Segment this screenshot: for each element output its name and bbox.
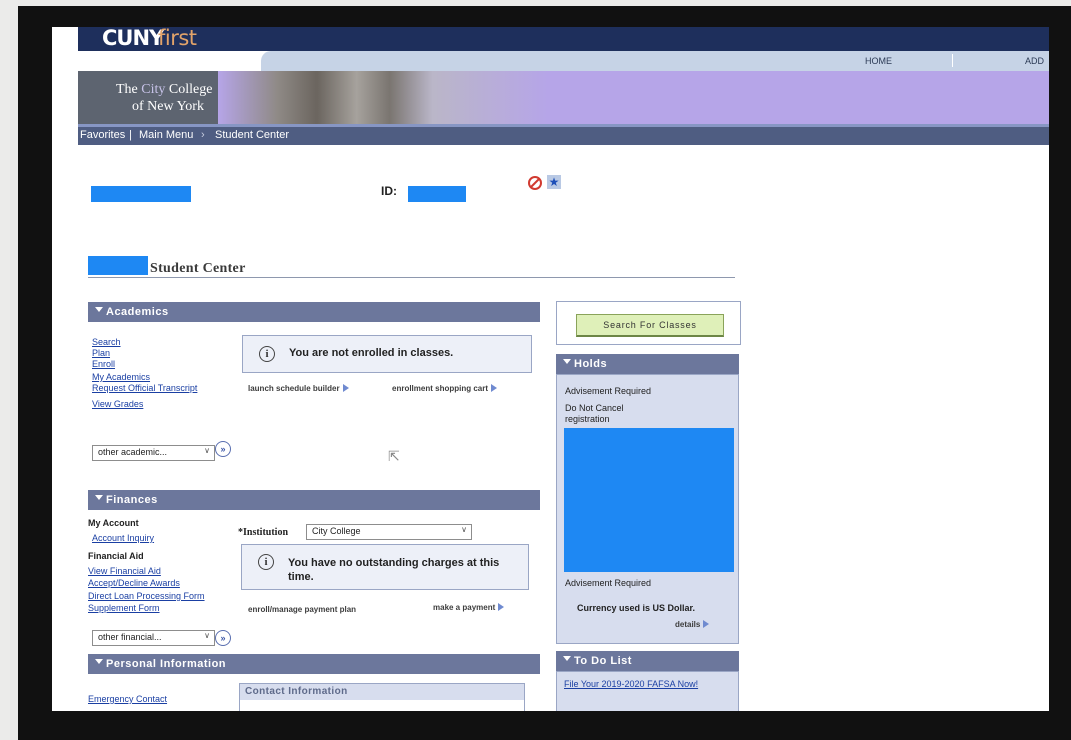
- contact-info-title: Contact Information: [245, 686, 348, 697]
- finances-header-label: Finances: [106, 494, 158, 506]
- chevron-down-icon: ∨: [461, 525, 467, 534]
- logo-light-text: first: [158, 27, 197, 50]
- link-view-grades[interactable]: View Grades: [92, 399, 143, 409]
- make-payment-link[interactable]: make a payment: [433, 603, 505, 612]
- link-direct-loan-form[interactable]: Direct Loan Processing Form: [88, 591, 205, 601]
- academics-header-label: Academics: [106, 306, 169, 318]
- link-emergency-contact[interactable]: Emergency Contact: [88, 694, 167, 704]
- add-link[interactable]: ADD: [1025, 56, 1044, 66]
- finances-header[interactable]: Finances: [88, 490, 540, 510]
- link-accept-decline-awards[interactable]: Accept/Decline Awards: [88, 578, 180, 588]
- payment-plan-link[interactable]: enroll/manage payment plan: [248, 605, 356, 614]
- currency-note: Currency used is US Dollar.: [577, 603, 696, 613]
- todo-panel: File Your 2019-2020 FAFSA Now!: [556, 671, 739, 711]
- no-charges-notice: i You have no outstanding charges at thi…: [241, 544, 529, 590]
- nav-arrow: ›: [201, 129, 205, 141]
- search-for-classes-button[interactable]: Search For Classes: [576, 314, 724, 337]
- hold-item-3: Advisement Required: [565, 578, 652, 588]
- id-label: ID:: [381, 184, 397, 198]
- link-plan[interactable]: Plan: [92, 348, 110, 358]
- info-icon: i: [259, 346, 275, 362]
- other-academic-value: other academic...: [98, 447, 168, 457]
- other-financial-select[interactable]: other financial... ∨: [92, 630, 215, 646]
- college-name-block: The City College of New York: [78, 71, 218, 124]
- todo-header[interactable]: To Do List: [556, 651, 739, 671]
- no-charges-line1: You have no outstanding charges at this: [288, 557, 500, 569]
- academic-go-button[interactable]: »: [215, 441, 231, 457]
- redacted-student-name: [88, 256, 148, 275]
- collapse-triangle-icon: [563, 359, 571, 364]
- link-request-transcript[interactable]: Request Official Transcript: [92, 383, 197, 393]
- college-name-line1: The City College: [116, 82, 213, 97]
- page-title: Student Center: [150, 261, 246, 276]
- hold-item-2-line1: Do Not Cancel: [565, 403, 624, 413]
- collapse-triangle-icon: [95, 659, 103, 664]
- link-view-financial-aid[interactable]: View Financial Aid: [88, 566, 161, 576]
- college-name-line2: of New York: [132, 99, 204, 114]
- chevron-down-icon: ∨: [204, 446, 210, 455]
- home-link[interactable]: HOME: [865, 56, 892, 66]
- contact-info-header: Contact Information: [240, 684, 524, 700]
- not-enrolled-notice: i You are not enrolled in classes.: [242, 335, 532, 373]
- nav-separator: |: [129, 129, 132, 141]
- other-academic-select[interactable]: other academic... ∨: [92, 445, 215, 461]
- schedule-builder-link[interactable]: launch schedule builder: [248, 384, 349, 393]
- not-enrolled-message: You are not enrolled in classes.: [289, 347, 454, 359]
- shopping-cart-link[interactable]: enrollment shopping cart: [392, 384, 498, 393]
- collapse-triangle-icon: [563, 656, 571, 661]
- link-account-inquiry[interactable]: Account Inquiry: [92, 533, 154, 543]
- other-financial-value: other financial...: [98, 632, 162, 642]
- star-icon[interactable]: ★: [547, 175, 561, 189]
- link-my-academics[interactable]: My Academics: [92, 372, 150, 382]
- breadcrumb-nav: Favorites | Main Menu › Student Center: [78, 127, 1049, 145]
- collapse-triangle-icon: [95, 495, 103, 500]
- institution-label: *Institution: [238, 527, 289, 538]
- redacted-name: [91, 186, 191, 202]
- no-entry-icon[interactable]: [528, 176, 542, 190]
- arrow-right-icon: [491, 384, 498, 392]
- arrow-right-icon: [703, 620, 710, 628]
- no-charges-line2: time.: [288, 571, 314, 583]
- nav-student-center[interactable]: Student Center: [215, 129, 289, 141]
- arrow-right-icon: [498, 603, 505, 611]
- institution-select[interactable]: City College ∨: [306, 524, 472, 540]
- financial-go-button[interactable]: »: [215, 630, 231, 646]
- collapse-triangle-icon: [95, 307, 103, 312]
- top-link-divider: [952, 54, 953, 67]
- info-icon: i: [258, 554, 274, 570]
- holds-panel: Advisement Required Do Not Cancel regist…: [556, 374, 739, 644]
- personal-info-header[interactable]: Personal Information: [88, 654, 540, 674]
- my-account-label: My Account: [88, 518, 139, 528]
- title-underline: [88, 277, 735, 278]
- browser-viewport: CUNY first HOME ADD The City College of …: [52, 27, 1049, 711]
- logo-bold-text: CUNY: [102, 27, 164, 50]
- top-navy-bar: [78, 27, 1049, 51]
- campus-building-image: [218, 71, 548, 124]
- holds-header[interactable]: Holds: [556, 354, 739, 374]
- todo-header-label: To Do List: [574, 655, 632, 667]
- redacted-holds: [564, 428, 734, 572]
- institution-value: City College: [312, 526, 361, 536]
- link-supplement-form[interactable]: Supplement Form: [88, 603, 160, 613]
- hold-item-2-line2: registration: [565, 414, 610, 424]
- mouse-pointer-icon: ⇱: [388, 448, 400, 464]
- todo-fafsa-link[interactable]: File Your 2019-2020 FAFSA Now!: [564, 679, 698, 689]
- personal-info-header-label: Personal Information: [106, 658, 227, 670]
- link-search[interactable]: Search: [92, 337, 121, 347]
- nav-favorites[interactable]: Favorites: [80, 129, 125, 141]
- academics-header[interactable]: Academics: [88, 302, 540, 322]
- screen-frame: CUNY first HOME ADD The City College of …: [18, 6, 1071, 740]
- hold-item-1: Advisement Required: [565, 386, 652, 396]
- link-enroll[interactable]: Enroll: [92, 359, 115, 369]
- holds-header-label: Holds: [574, 358, 608, 370]
- contact-info-box: Contact Information: [239, 683, 525, 711]
- holds-details-link[interactable]: details: [675, 620, 710, 629]
- chevron-down-icon: ∨: [204, 631, 210, 640]
- nav-main-menu[interactable]: Main Menu: [139, 129, 193, 141]
- redacted-id: [408, 186, 466, 202]
- header-link-strip: [261, 51, 1049, 71]
- financial-aid-label: Financial Aid: [88, 551, 144, 561]
- arrow-right-icon: [342, 384, 349, 392]
- header-strip-gap: [78, 51, 261, 71]
